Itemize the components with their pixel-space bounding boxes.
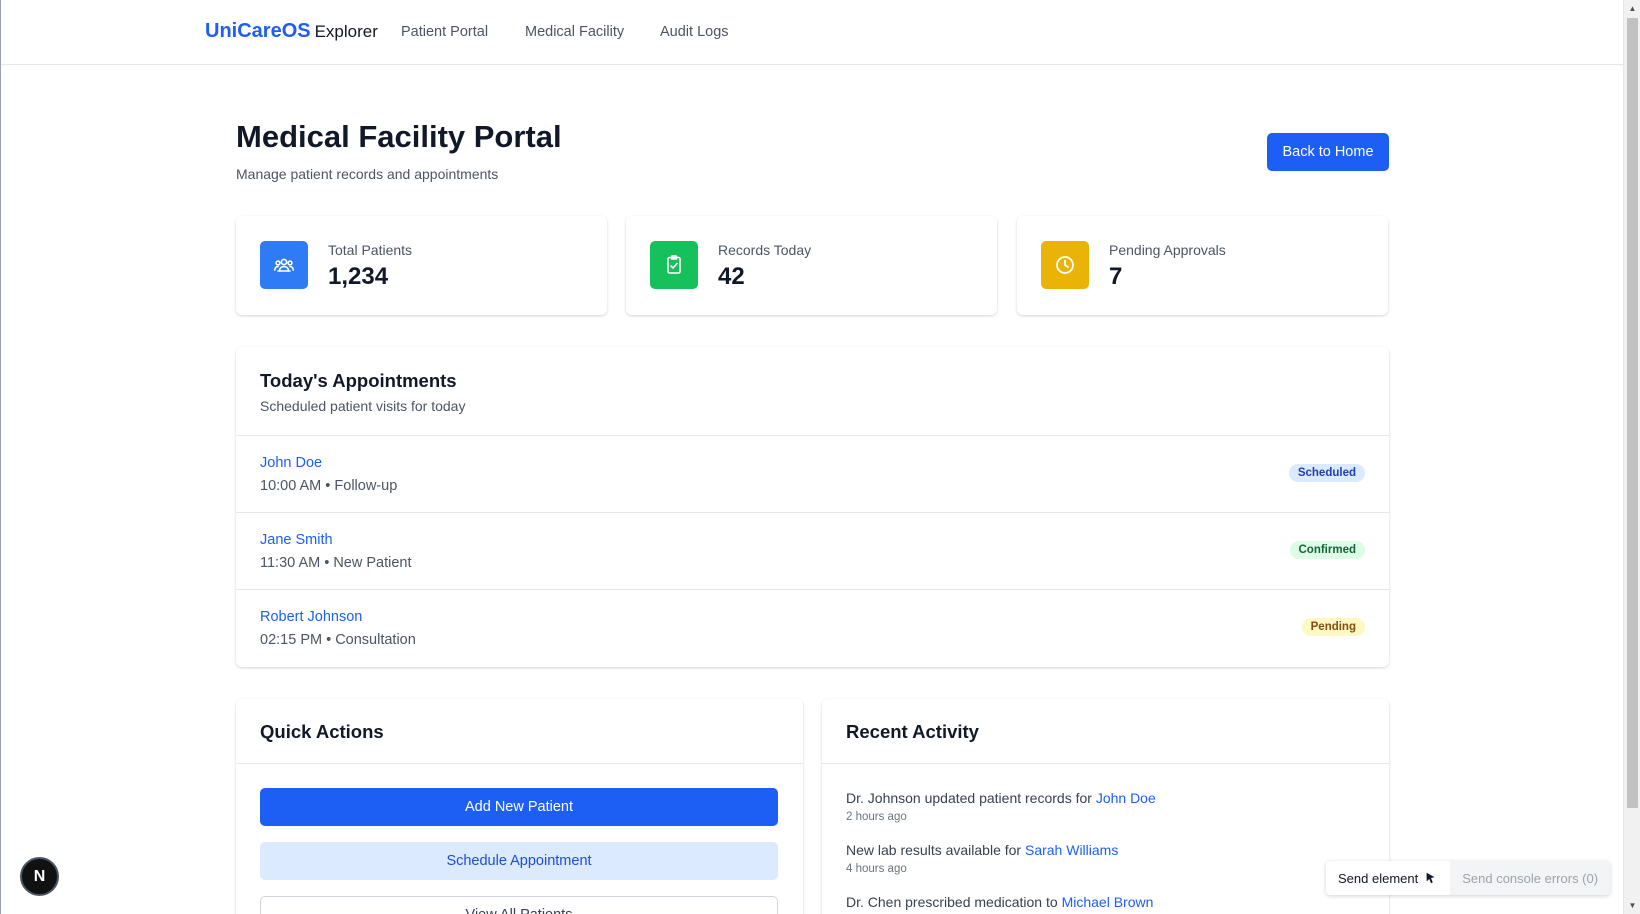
divider [236,763,803,764]
stat-card-pending-approvals: Pending Approvals 7 [1017,216,1388,315]
clock-icon [1041,241,1089,289]
send-console-errors-button[interactable]: Send console errors (0) [1450,861,1611,895]
activity-text: Dr. Johnson updated patient records for [846,790,1096,806]
stat-card-records-today: Records Today 42 [626,216,997,315]
patient-name-link[interactable]: Jane Smith [260,532,333,548]
nav-link-patient-portal[interactable]: Patient Portal [401,24,488,40]
stat-label: Pending Approvals [1109,242,1226,258]
status-badge: Confirmed [1289,541,1365,559]
activity-item: Dr. Johnson updated patient records for … [846,790,1156,806]
stat-value: 42 [718,263,745,290]
activity-time: 2 hours ago [846,811,907,823]
appointments-title: Today's Appointments [260,370,457,391]
brand[interactable]: UniCareOS Explorer [205,20,378,43]
activity-item: New lab results available for Sarah Will… [846,842,1118,858]
appointments-subtitle: Scheduled patient visits for today [260,398,466,414]
stat-value: 7 [1109,263,1123,290]
vertical-scrollbar[interactable]: ▲ ▼ [1623,0,1640,914]
appointment-meta: 11:30 AM • New Patient [260,555,412,571]
status-badge: Pending [1301,618,1365,636]
brand-name: UniCareOS [205,20,311,42]
appointment-meta: 10:00 AM • Follow-up [260,478,398,494]
scrollbar-thumb[interactable] [1627,18,1638,808]
view-all-patients-button[interactable]: View All Patients [260,896,778,914]
add-new-patient-button[interactable]: Add New Patient [260,788,778,826]
app-window: UniCareOS Explorer Patient Portal Medica… [0,0,1623,914]
stat-card-total-patients: Total Patients 1,234 [236,216,607,315]
brand-subtitle: Explorer [314,22,378,41]
activity-time: 4 hours ago [846,863,907,875]
activity-patient-link[interactable]: Sarah Williams [1025,842,1118,858]
activity-item: Dr. Chen prescribed medication to Michae… [846,894,1153,910]
dev-toolbar: Send element Send console errors (0) [1326,861,1611,895]
divider [822,763,1389,764]
top-nav: UniCareOS Explorer Patient Portal Medica… [1,0,1623,65]
clipboard-check-icon [650,241,698,289]
stat-value: 1,234 [328,263,389,290]
activity-patient-link[interactable]: John Doe [1096,790,1156,806]
activity-patient-link[interactable]: Michael Brown [1062,894,1154,910]
appointment-row[interactable]: Robert Johnson 02:15 PM • Consultation P… [236,589,1389,666]
appointment-row[interactable]: Jane Smith 11:30 AM • New Patient Confir… [236,512,1389,589]
scroll-down-icon[interactable]: ▼ [1624,897,1640,914]
nav-link-audit-logs[interactable]: Audit Logs [660,24,729,40]
send-element-button[interactable]: Send element [1326,861,1450,895]
status-badge: Scheduled [1288,464,1365,482]
page-title: Medical Facility Portal [236,119,562,154]
send-element-label: Send element [1338,870,1419,886]
stat-label: Records Today [718,242,812,258]
pointer-icon [1426,872,1435,884]
appointment-meta: 02:15 PM • Consultation [260,632,416,648]
nextjs-dev-badge[interactable]: N [20,857,59,896]
stat-label: Total Patients [328,242,413,258]
patient-name-link[interactable]: Robert Johnson [260,609,362,625]
appointments-card: Today's Appointments Scheduled patient v… [236,347,1389,667]
quick-actions-title: Quick Actions [260,721,384,742]
recent-activity-title: Recent Activity [846,721,979,742]
patient-name-link[interactable]: John Doe [260,455,322,471]
appointment-row[interactable]: John Doe 10:00 AM • Follow-up Scheduled [236,435,1389,512]
nav-link-medical-facility[interactable]: Medical Facility [525,24,624,40]
users-icon [260,241,308,289]
recent-activity-card: Recent Activity Dr. Johnson updated pati… [822,699,1389,914]
activity-text: Dr. Chen prescribed medication to [846,894,1062,910]
back-to-home-button[interactable]: Back to Home [1267,133,1389,171]
activity-text: New lab results available for [846,842,1025,858]
scroll-up-icon[interactable]: ▲ [1624,0,1640,17]
quick-actions-card: Quick Actions Add New Patient Schedule A… [236,699,803,914]
page-subtitle: Manage patient records and appointments [236,166,499,182]
schedule-appointment-button[interactable]: Schedule Appointment [260,842,778,880]
